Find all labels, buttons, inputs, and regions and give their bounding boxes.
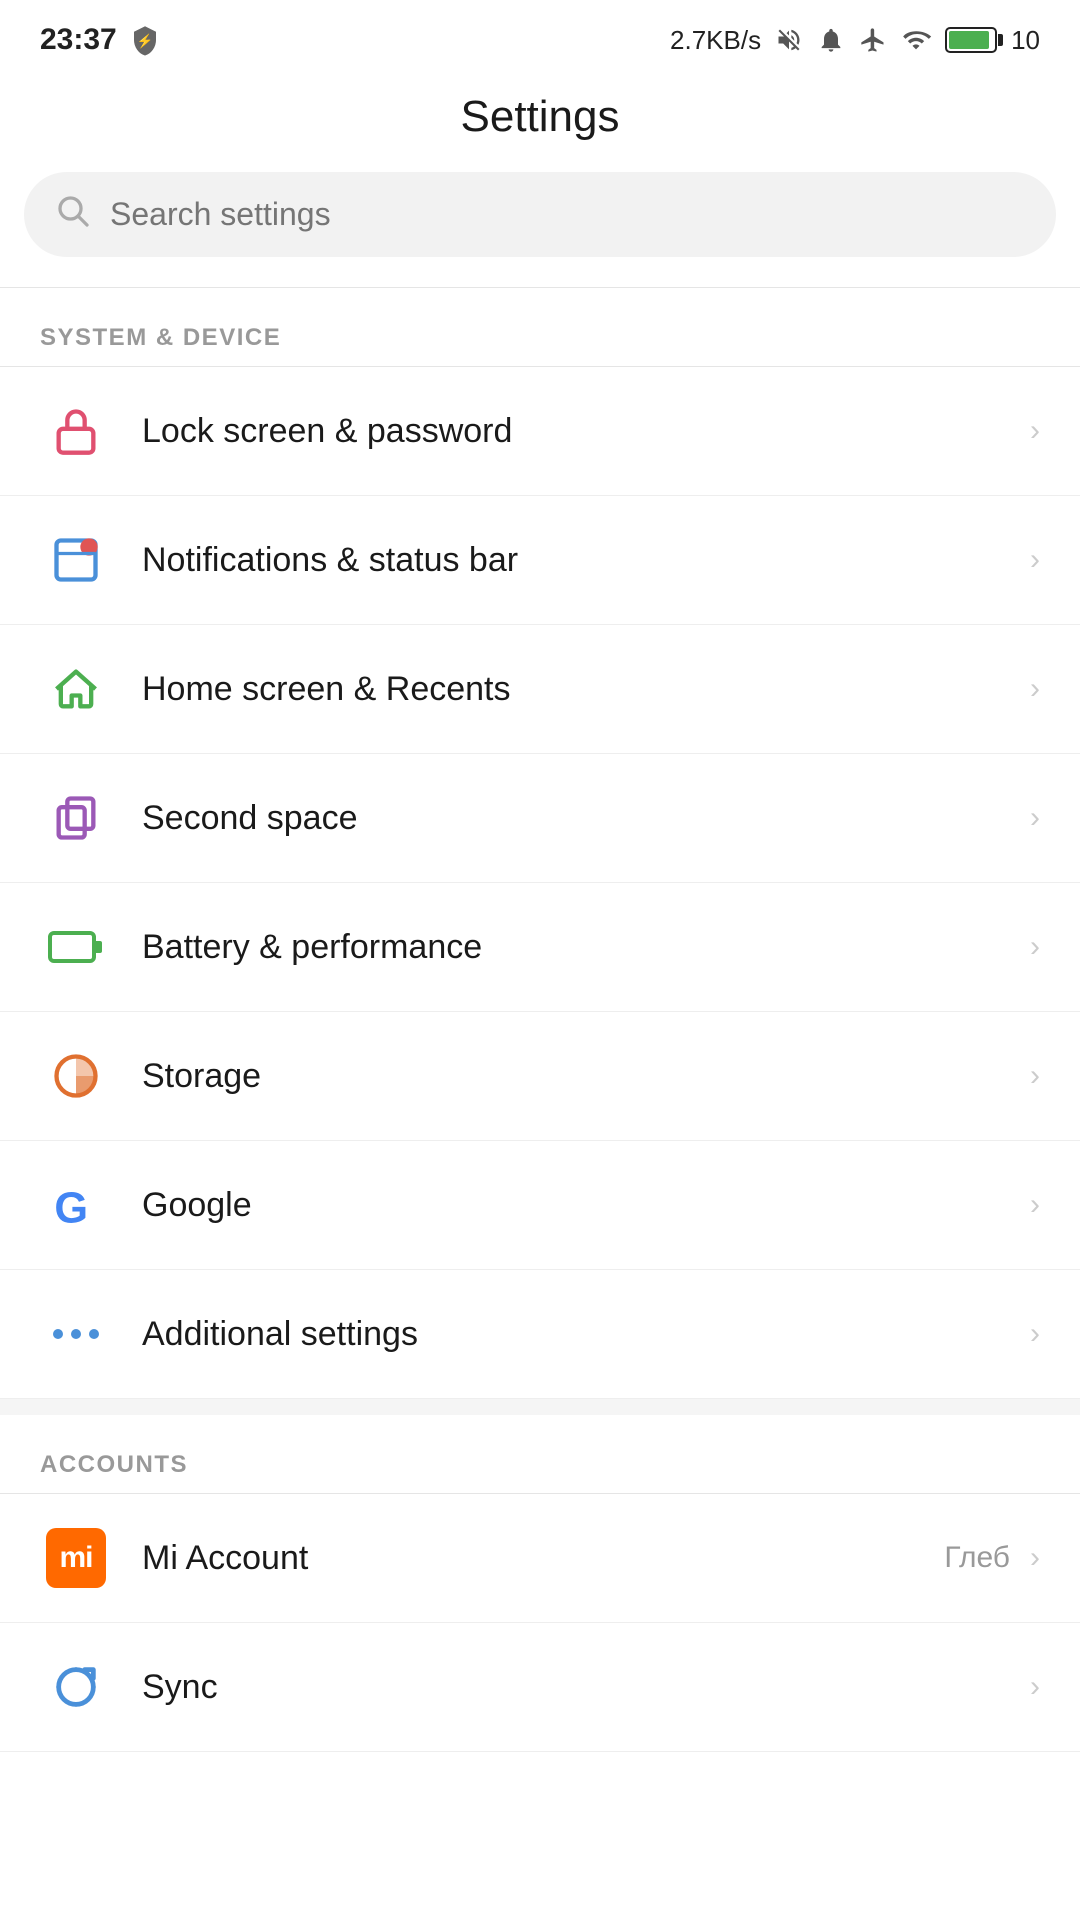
settings-item-google[interactable]: G Google › [0,1141,1080,1270]
airplane-icon [859,26,887,54]
sync-chevron: › [1030,1670,1040,1704]
time-display: 23:37 [40,23,117,57]
settings-item-battery[interactable]: Battery & performance › [0,883,1080,1012]
mi-account-icon: mi [40,1522,112,1594]
lock-screen-label: Lock screen & password [142,412,1020,451]
lock-icon [40,395,112,467]
settings-item-second-space[interactable]: Second space › [0,754,1080,883]
second-space-label: Second space [142,799,1020,838]
search-bar[interactable] [24,172,1056,257]
settings-item-lock-screen[interactable]: Lock screen & password › [0,367,1080,496]
svg-text:⚡: ⚡ [136,32,153,49]
battery-chevron: › [1030,930,1040,964]
section-header-accounts: ACCOUNTS [0,1415,1080,1493]
mute-icon [775,26,803,54]
search-input[interactable] [110,196,1026,233]
network-speed: 2.7KB/s [670,25,761,56]
battery-percent: 10 [1011,25,1040,56]
wifi-icon [901,26,931,54]
notifications-label: Notifications & status bar [142,541,1020,580]
home-screen-chevron: › [1030,672,1040,706]
home-screen-label: Home screen & Recents [142,670,1020,709]
settings-item-additional[interactable]: Additional settings › [0,1270,1080,1399]
section-separator [0,1399,1080,1415]
settings-item-storage[interactable]: Storage › [0,1012,1080,1141]
search-icon [54,192,90,237]
alarm-icon [817,26,845,54]
mi-account-value: Глеб [944,1541,1010,1575]
sync-icon [40,1651,112,1723]
status-bar: 23:37 ⚡ 2.7KB/s 10 [0,0,1080,72]
mi-account-chevron: › [1030,1541,1040,1575]
additional-chevron: › [1030,1317,1040,1351]
lock-screen-chevron: › [1030,414,1040,448]
status-left: 23:37 ⚡ [40,23,161,57]
google-chevron: › [1030,1188,1040,1222]
settings-item-sync[interactable]: Sync › [0,1623,1080,1752]
status-right: 2.7KB/s 10 [670,25,1040,56]
notification-icon [40,524,112,596]
dots-icon [40,1298,112,1370]
page-title: Settings [0,72,1080,172]
google-label: Google [142,1186,1020,1225]
section-header-system: SYSTEM & DEVICE [0,288,1080,366]
storage-chevron: › [1030,1059,1040,1093]
second-space-chevron: › [1030,801,1040,835]
security-shield-icon: ⚡ [129,24,161,56]
settings-item-mi-account[interactable]: mi Mi Account Глеб › [0,1494,1080,1623]
home-icon [40,653,112,725]
additional-settings-label: Additional settings [142,1315,1020,1354]
storage-icon [40,1040,112,1112]
battery-label: Battery & performance [142,928,1020,967]
mi-account-label: Mi Account [142,1539,944,1578]
settings-item-notifications[interactable]: Notifications & status bar › [0,496,1080,625]
battery-perf-icon [40,911,112,983]
google-icon: G [40,1169,112,1241]
sync-label: Sync [142,1668,1020,1707]
settings-item-home-screen[interactable]: Home screen & Recents › [0,625,1080,754]
svg-text:G: G [54,1184,88,1232]
notifications-chevron: › [1030,543,1040,577]
battery-display [945,27,997,53]
storage-label: Storage [142,1057,1020,1096]
second-space-icon [40,782,112,854]
